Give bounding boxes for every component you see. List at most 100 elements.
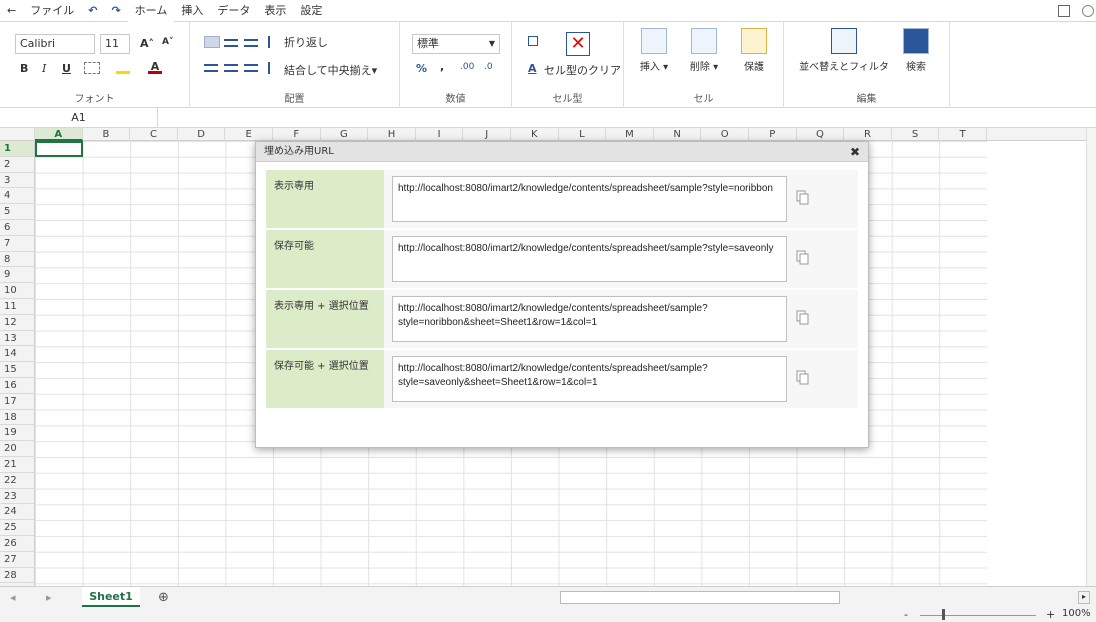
zoom-slider[interactable] [920, 615, 1036, 616]
column-header-s[interactable]: S [892, 128, 940, 141]
column-header-t[interactable]: T [939, 128, 987, 141]
zoom-slider-handle[interactable] [942, 609, 945, 620]
column-header-k[interactable]: K [511, 128, 559, 141]
font-size-select[interactable]: 11 [100, 34, 130, 54]
align-middle-icon[interactable] [224, 39, 238, 47]
column-header-p[interactable]: P [749, 128, 797, 141]
percent-button[interactable]: % [416, 62, 427, 75]
row-header-3[interactable]: 3 [0, 172, 35, 189]
row-header-7[interactable]: 7 [0, 235, 35, 252]
menu-file[interactable]: ファイル [23, 0, 81, 22]
row-header-22[interactable]: 22 [0, 472, 35, 489]
merge-center-button[interactable]: 結合して中央揃え▾ [284, 62, 377, 78]
row-header-18[interactable]: 18 [0, 409, 35, 426]
search-button[interactable]: 検索 [896, 28, 936, 73]
shrink-font-button[interactable]: A˅ [162, 37, 173, 47]
zoom-out-button[interactable]: - [904, 608, 908, 621]
row-header-19[interactable]: 19 [0, 425, 35, 442]
row-header-16[interactable]: 16 [0, 378, 35, 394]
select-all-corner[interactable] [0, 128, 35, 141]
align-bottom-icon[interactable] [244, 39, 258, 47]
protect-button[interactable]: 保護 [734, 28, 774, 73]
wrap-text-button[interactable]: 折り返し [284, 34, 328, 50]
row-header-5[interactable]: 5 [0, 204, 35, 220]
column-header-i[interactable]: I [416, 128, 464, 141]
column-header-g[interactable]: G [321, 128, 369, 141]
grow-font-button[interactable]: A˄ [140, 37, 154, 50]
tab-home[interactable]: ホーム [127, 0, 175, 22]
url-textarea[interactable]: http://localhost:8080/imart2/knowledge/c… [392, 296, 787, 342]
url-textarea[interactable]: http://localhost:8080/imart2/knowledge/c… [392, 236, 787, 282]
url-textarea[interactable]: http://localhost:8080/imart2/knowledge/c… [392, 356, 787, 402]
row-header-26[interactable]: 26 [0, 536, 35, 552]
column-header-l[interactable]: L [559, 128, 607, 141]
column-header-o[interactable]: O [701, 128, 749, 141]
clear-style-icon[interactable]: ✕ [566, 32, 590, 56]
row-header-4[interactable]: 4 [0, 188, 35, 205]
row-header-24[interactable]: 24 [0, 504, 35, 521]
border-icon[interactable] [84, 62, 100, 74]
clear-style-button[interactable]: セル型のクリア [544, 62, 621, 78]
underline-button[interactable]: U [62, 62, 71, 75]
row-header-12[interactable]: 12 [0, 314, 35, 331]
add-sheet-button[interactable]: ⊕ [158, 590, 169, 605]
align-center-icon[interactable] [224, 64, 238, 72]
column-header-h[interactable]: H [368, 128, 416, 141]
outdent-icon[interactable] [268, 62, 280, 74]
column-header-q[interactable]: Q [797, 128, 845, 141]
row-header-13[interactable]: 13 [0, 330, 35, 347]
row-header-2[interactable]: 2 [0, 156, 35, 173]
column-header-j[interactable]: J [463, 128, 511, 141]
column-header-n[interactable]: N [654, 128, 702, 141]
copy-icon[interactable] [796, 370, 812, 388]
row-header-28[interactable]: 28 [0, 567, 35, 584]
formula-bar[interactable] [158, 108, 1096, 128]
row-header-17[interactable]: 17 [0, 393, 35, 410]
comma-button[interactable]: , [440, 60, 444, 73]
history-icon[interactable] [1082, 5, 1094, 17]
align-top-icon[interactable] [204, 36, 220, 48]
increase-decimal-button[interactable]: .00 [460, 62, 474, 72]
column-header-a[interactable]: A [35, 128, 83, 141]
row-header-25[interactable]: 25 [0, 520, 35, 536]
tab-view[interactable]: 表示 [257, 0, 293, 22]
row-header-27[interactable]: 27 [0, 551, 35, 568]
row-header-1[interactable]: 1 [0, 141, 35, 157]
column-header-f[interactable]: F [273, 128, 321, 141]
undo-button[interactable]: ↶ [81, 0, 104, 22]
copy-icon[interactable] [796, 310, 812, 328]
indent-icon[interactable] [268, 36, 280, 48]
back-button[interactable]: ← [0, 0, 23, 22]
row-header-20[interactable]: 20 [0, 441, 35, 457]
fill-color-icon[interactable] [116, 62, 130, 74]
column-header-d[interactable]: D [178, 128, 226, 141]
active-cell[interactable] [35, 141, 83, 157]
align-left-icon[interactable] [204, 64, 218, 72]
sheet-tab-sheet1[interactable]: Sheet1 [82, 587, 140, 607]
column-header-b[interactable]: B [83, 128, 131, 141]
tab-settings[interactable]: 設定 [293, 0, 329, 22]
row-header-8[interactable]: 8 [0, 251, 35, 268]
row-header-9[interactable]: 9 [0, 267, 35, 284]
row-header-21[interactable]: 21 [0, 457, 35, 473]
tab-data[interactable]: データ [210, 0, 257, 22]
scroll-right-icon[interactable]: ▸ [1078, 591, 1090, 604]
copy-icon[interactable] [796, 190, 812, 208]
row-header-11[interactable]: 11 [0, 299, 35, 315]
delete-cells-button[interactable]: 削除 ▾ [682, 28, 726, 73]
row-header-15[interactable]: 15 [0, 362, 35, 378]
redo-button[interactable]: ↷ [104, 0, 127, 22]
column-header-m[interactable]: M [606, 128, 654, 141]
next-sheet-button[interactable]: ▸ [46, 591, 52, 604]
vertical-scrollbar[interactable] [1086, 128, 1096, 586]
cell-style-icon[interactable]: A [528, 62, 537, 75]
align-right-icon[interactable] [244, 64, 258, 72]
row-header-6[interactable]: 6 [0, 220, 35, 236]
italic-button[interactable]: I [42, 62, 46, 75]
horizontal-scrollbar[interactable] [560, 591, 840, 604]
checkbox-style-icon[interactable] [528, 36, 538, 46]
row-header-14[interactable]: 14 [0, 346, 35, 363]
decrease-decimal-button[interactable]: .0 [484, 62, 493, 72]
sort-filter-button[interactable]: 並べ替えとフィルタ [798, 28, 890, 73]
name-box[interactable]: A1 [0, 108, 158, 128]
